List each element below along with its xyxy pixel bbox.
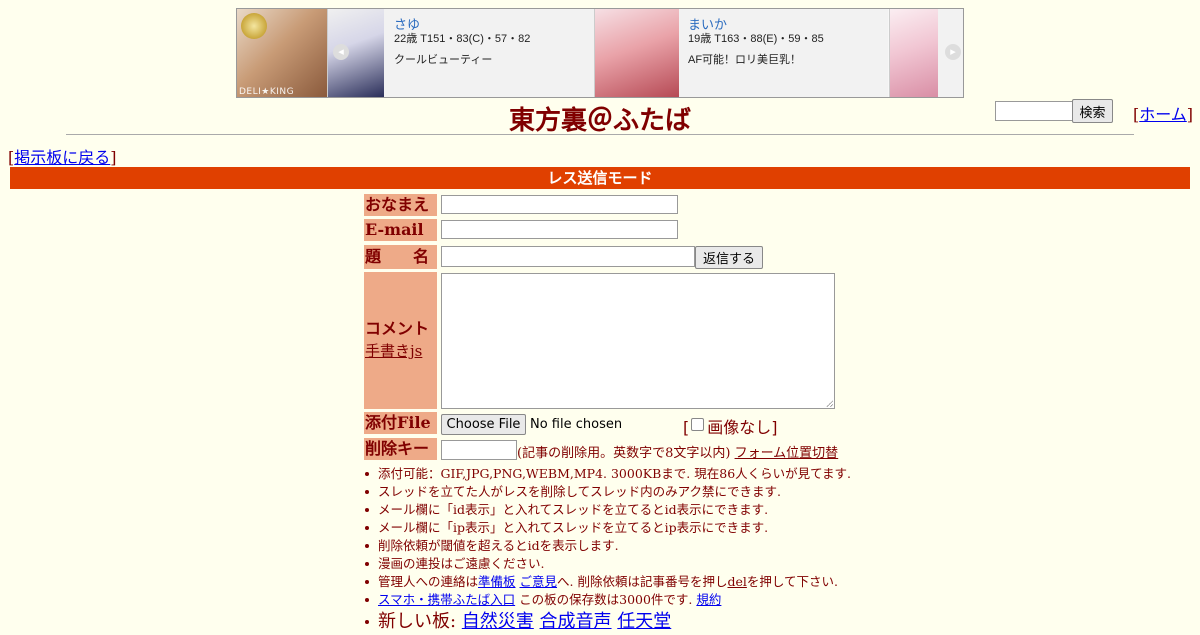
delete-key-label: 削除キー	[364, 438, 437, 460]
banner-card[interactable]: まいか 19歳 T163・88(E)・59・85 AF可能！ロリ美巨乳！	[594, 9, 888, 97]
banner-next-arrow-icon[interactable]: ▸	[945, 44, 961, 60]
search-input[interactable]	[995, 101, 1074, 121]
no-image-label: 画像なし	[707, 418, 772, 437]
back-to-board-link[interactable]: 掲示板に戻る	[14, 148, 110, 167]
list-item: 管理人への連絡は準備板 ご意見へ. 削除依頼は記事番号を押しdelを押して下さい…	[364, 573, 851, 591]
file-status: No file chosen	[530, 417, 623, 432]
comment-textarea[interactable]	[441, 273, 835, 409]
list-item: 新しい板: 自然災害 合成音声 任天堂	[364, 609, 851, 635]
comment-label: コメント	[365, 319, 430, 338]
home-link[interactable]: ホーム	[1139, 105, 1187, 124]
board-link-nintendo[interactable]: 任天堂	[617, 611, 671, 632]
subject-field[interactable]	[441, 246, 695, 267]
delete-key-note-row: (記事の削除用。英数字で8文字以内) フォーム位置切替	[517, 442, 838, 461]
list-item: スマホ・携帯ふたば入口 この板の保存数は3000件です. 規約	[364, 591, 851, 609]
name-label: おなまえ	[364, 194, 437, 216]
list-item: 漫画の連投はご遠慮ください.	[364, 555, 851, 573]
reply-mode-banner: レス送信モード	[10, 167, 1190, 189]
email-field[interactable]	[441, 220, 678, 239]
banner-card-stats: 22歳 T151・83(C)・57・82	[394, 33, 531, 45]
board-link-disaster[interactable]: 自然災害	[462, 611, 534, 632]
banner-card-catchphrase: クールビューティー	[394, 54, 493, 66]
prep-board-link[interactable]: 準備板	[478, 574, 516, 589]
banner-card-stats: 19歳 T163・88(E)・59・85	[688, 33, 824, 45]
del-link[interactable]: del	[727, 574, 746, 589]
list-item: 削除依頼が閾値を超えるとidを表示します.	[364, 537, 851, 555]
name-field[interactable]	[441, 195, 678, 214]
form-position-toggle-link[interactable]: フォーム位置切替	[735, 446, 839, 461]
notice-list: 添付可能：GIF,JPG,PNG,WEBM,MP4. 3000KBまで. 現在8…	[364, 465, 851, 635]
ad-banner[interactable]: DELI★KING さゆ 22歳 T151・83(C)・57・82 クールビュー…	[236, 8, 964, 98]
list-item: メール欄に「id表示」と入れてスレッドを立てるとid表示にできます.	[364, 501, 851, 519]
board-link-synthvoice[interactable]: 合成音声	[540, 611, 612, 632]
choose-file-button[interactable]: Choose File	[441, 414, 526, 435]
award-seal-icon	[241, 13, 267, 39]
file-label: 添付File	[364, 412, 437, 434]
list-item: スレッドを立てた人がレスを削除してスレッド内のみアク禁にできます.	[364, 483, 851, 501]
banner-card[interactable]: さゆ 22歳 T151・83(C)・57・82 クールビューティー	[327, 9, 594, 97]
list-item: 添付可能：GIF,JPG,PNG,WEBM,MP4. 3000KBまで. 現在8…	[364, 465, 851, 483]
subject-label: 題 名	[364, 245, 437, 269]
banner-brand-logo: DELI★KING	[239, 87, 295, 97]
banner-logo-tile[interactable]: DELI★KING	[237, 9, 328, 97]
rules-link[interactable]: 規約	[696, 592, 721, 607]
back-link-wrapper: [掲示板に戻る]	[8, 148, 117, 167]
delete-key-note: (記事の削除用。英数字で8文字以内)	[517, 446, 731, 461]
email-label: E-mail	[364, 219, 437, 241]
banner-card-photo[interactable]	[595, 9, 679, 97]
handwriting-js-link[interactable]: 手書きjs	[365, 340, 422, 362]
list-item: メール欄に「ip表示」と入れてスレッドを立てるとip表示にできます.	[364, 519, 851, 537]
home-link-wrapper: [ホーム]	[1133, 105, 1194, 124]
no-image-checkbox[interactable]	[691, 418, 705, 431]
no-image-option: [画像なし]	[683, 418, 778, 437]
banner-prev-arrow-icon[interactable]: ◂	[333, 44, 349, 60]
submit-reply-button[interactable]: 返信する	[695, 246, 763, 269]
mobile-entrance-link[interactable]: スマホ・携帯ふたば入口	[378, 592, 515, 607]
delete-key-field[interactable]	[441, 440, 517, 460]
banner-card-catchphrase: AF可能！ロリ美巨乳！	[688, 54, 802, 66]
feedback-link[interactable]: ご意見	[520, 574, 558, 589]
comment-label-cell: コメント 手書きjs	[364, 272, 437, 409]
banner-card-photo[interactable]	[890, 9, 938, 97]
header-divider	[66, 134, 1134, 135]
search-button[interactable]: 検索	[1072, 99, 1113, 123]
resize-handle-icon[interactable]	[826, 400, 833, 407]
